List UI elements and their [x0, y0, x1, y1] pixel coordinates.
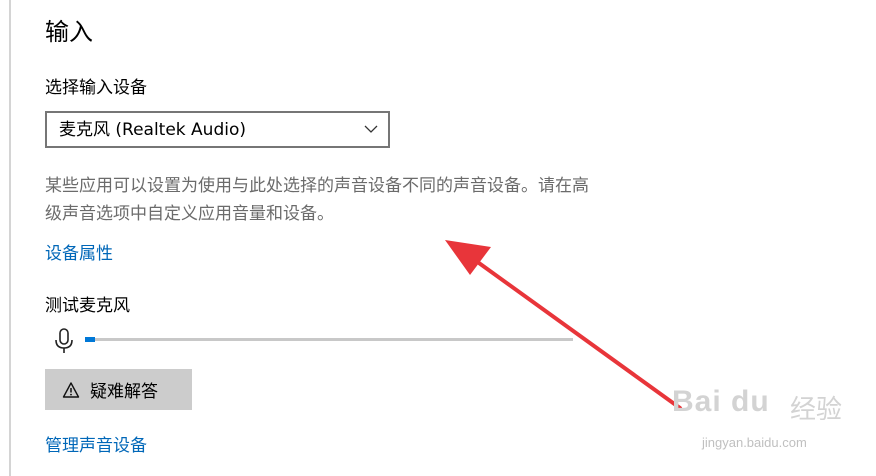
section-title: 输入	[45, 18, 93, 46]
select-input-device-label: 选择输入设备	[45, 78, 147, 98]
input-device-dropdown[interactable]: 麦克风 (Realtek Audio)	[45, 111, 390, 148]
troubleshoot-button[interactable]: 疑难解答	[45, 369, 192, 410]
mic-level-meter	[85, 337, 573, 342]
selected-device-value: 麦克风 (Realtek Audio)	[59, 120, 247, 140]
warning-icon	[62, 381, 80, 398]
watermark-text: 经验	[790, 395, 843, 425]
test-microphone-label: 测试麦克风	[45, 296, 130, 316]
watermark-logo: Bai du	[672, 385, 770, 418]
manage-sound-devices-link[interactable]: 管理声音设备	[45, 434, 147, 458]
device-properties-link[interactable]: 设备属性	[45, 242, 113, 266]
mic-level-fill	[85, 337, 95, 342]
baidu-jingyan-watermark: Bai du 经验 jingyan.baidu.com	[672, 385, 872, 473]
troubleshoot-label: 疑难解答	[90, 382, 158, 402]
watermark-url: jingyan.baidu.com	[702, 435, 807, 450]
microphone-icon	[55, 328, 73, 353]
device-description: 某些应用可以设置为使用与此处选择的声音设备不同的声音设备。请在高级声音选项中自定…	[45, 176, 589, 224]
chevron-down-icon	[364, 125, 378, 133]
pane-divider	[9, 0, 11, 476]
